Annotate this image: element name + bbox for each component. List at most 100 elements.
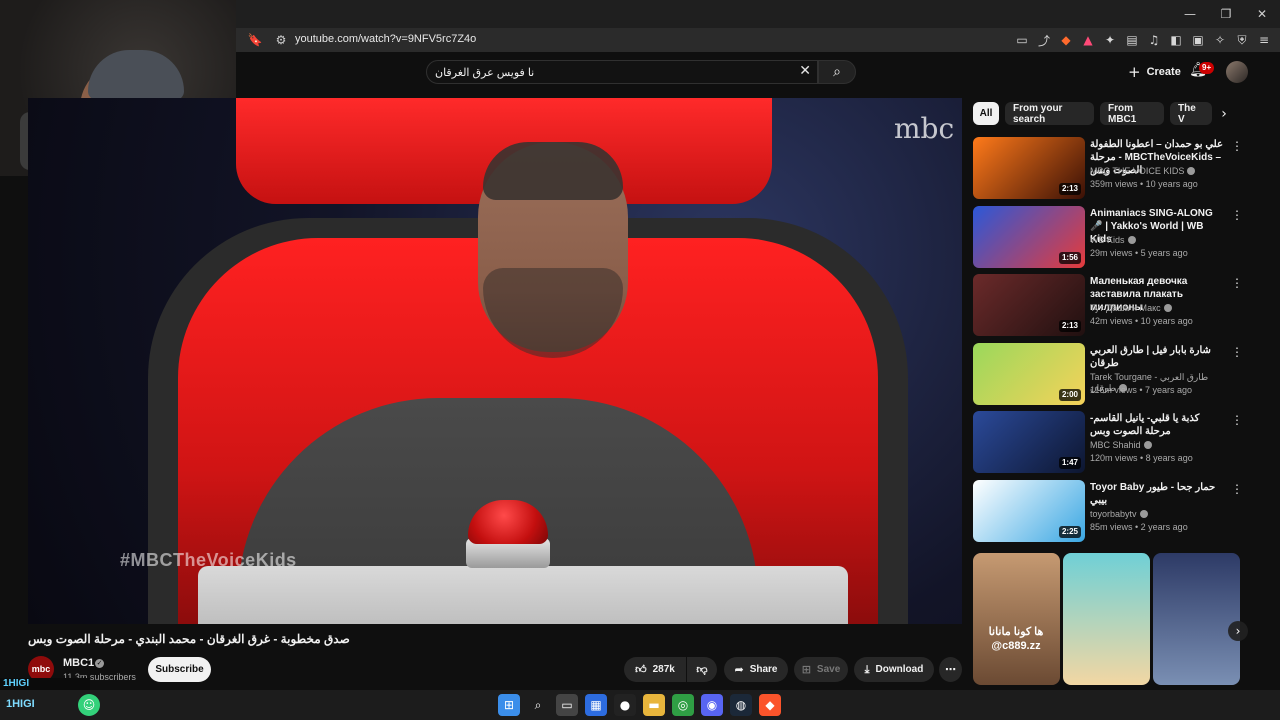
account-avatar[interactable] — [1226, 61, 1248, 83]
video-duration: 2:00 — [1058, 389, 1081, 401]
task-view-icon[interactable]: ▭ — [556, 694, 578, 716]
recommendation-item[interactable]: 2:00 شارة بابار فيل | طارق العربي طرقان Ta… — [973, 343, 1243, 407]
recommendation-channel[interactable]: WB Kids — [1090, 235, 1226, 245]
search-input[interactable]: نا فويس عرق الغرقان — [435, 66, 534, 79]
notification-count-badge: 9+ — [1199, 62, 1215, 74]
recommendation-thumbnail[interactable]: 1:47 — [973, 411, 1085, 473]
recommendation-channel[interactable]: MBC THE VOICE KIDS — [1090, 166, 1226, 176]
recommendation-item[interactable]: 1:47 كذبة يا قلبي- يانيل القاسم- مرحلة ال… — [973, 411, 1243, 475]
brave-shield-icon[interactable]: ◆ — [1056, 28, 1076, 52]
app-icon[interactable]: ☺ — [78, 694, 100, 716]
recommendation-item[interactable]: 2:25 Toyor Baby حمار جحا - طيور بيبي toyor… — [973, 480, 1243, 544]
bookmark-icon[interactable]: 🔖 — [244, 28, 266, 52]
search-bar[interactable]: نا فويس عرق الغرقان ✕ — [426, 60, 818, 84]
recommendation-thumbnail[interactable]: 2:25 — [973, 480, 1085, 542]
chip-from-mbc1[interactable]: From MBC1 — [1100, 102, 1164, 125]
recommendation-title[interactable]: شارة بابار فيل | طارق العربي طرقان — [1090, 344, 1226, 370]
recommendation-item[interactable]: 1:56 Animaniacs SING-ALONG 🎤 | Yakko's Wo… — [973, 206, 1243, 270]
short-card[interactable]: ها كونا مانانا @c889.zz — [973, 553, 1060, 685]
search-icon: ⌕ — [833, 64, 841, 80]
channel-name[interactable]: MBC1 — [63, 657, 94, 669]
short-card[interactable] — [1153, 553, 1240, 685]
screen: — ❐ ✕ 🔖 ⚙ youtube.com/watch?v=9NFV5rc7Z4… — [0, 0, 1280, 720]
split-view-icon[interactable]: ◧ — [1166, 28, 1186, 52]
brave-icon[interactable]: ◆ — [759, 694, 781, 716]
recommendation-channel-name: MBC Shahid — [1090, 440, 1141, 450]
recommendation-channel[interactable]: MBC Shahid — [1090, 440, 1226, 450]
menu-icon[interactable]: ≡ — [1254, 28, 1274, 52]
clear-search-icon[interactable]: ✕ — [799, 63, 811, 79]
recommendation-title[interactable]: Toyor Baby حمار جحا - طيور بيبي — [1090, 481, 1226, 507]
recommendation-item[interactable]: 2:13 علي بو حمدان – اعطونا الطفولة - مرحل… — [973, 137, 1243, 201]
like-button[interactable]: 👍︎ 287k — [624, 657, 686, 682]
thumbs-up-icon: 👍︎ — [635, 663, 647, 676]
recommendation-thumbnail[interactable]: 2:13 — [973, 137, 1085, 199]
recommendation-item[interactable]: 2:13 Маленькая девочка заставила плакать … — [973, 274, 1243, 338]
more-vertical-icon[interactable]: ⋮ — [1231, 482, 1243, 496]
maximize-icon[interactable]: ❐ — [1208, 0, 1244, 28]
verified-check-icon: ✓ — [95, 659, 104, 668]
address-bar: 🔖 ⚙ youtube.com/watch?v=9NFV5rc7Z4o ▭ ⤴ … — [236, 28, 1280, 52]
extensions-icon[interactable]: ✦ — [1100, 28, 1120, 52]
more-vertical-icon[interactable]: ⋮ — [1231, 208, 1243, 222]
chip-from-your-search[interactable]: From your search — [1005, 102, 1094, 125]
recommendation-channel[interactable]: Тут Даша и Макс — [1090, 303, 1226, 313]
download-icon: ⤓ — [864, 662, 870, 676]
brave-rewards-icon[interactable]: ▲ — [1078, 28, 1098, 52]
vpn-icon[interactable]: ⛨ — [1232, 28, 1252, 52]
recommendation-thumbnail[interactable]: 1:56 — [973, 206, 1085, 268]
ai-icon[interactable]: ✧ — [1210, 28, 1230, 52]
more-horizontal-icon: ⋯ — [945, 663, 956, 676]
recommendation-thumbnail[interactable]: 2:13 — [973, 274, 1085, 336]
sidebar-icon[interactable]: ▤ — [1122, 28, 1142, 52]
video-player[interactable]: #MBCTheVoiceKids mbc — [28, 98, 962, 624]
wallet-icon[interactable]: ▣ — [1188, 28, 1208, 52]
folder-icon[interactable]: ▬ — [643, 694, 665, 716]
recommendation-meta: 120m views • 8 years ago — [1090, 453, 1193, 463]
save-button[interactable]: ⊞ Save — [794, 657, 848, 682]
more-actions-button[interactable]: ⋯ — [939, 657, 962, 682]
short-card[interactable] — [1063, 553, 1150, 685]
subscribe-button[interactable]: Subscribe — [148, 657, 211, 682]
mbc-logo: mbc — [894, 112, 955, 145]
dislike-button[interactable]: 👎︎ — [687, 657, 717, 682]
steam-icon[interactable]: ◍ — [730, 694, 752, 716]
screen-icon[interactable]: ▭ — [1012, 28, 1032, 52]
chrome-icon[interactable]: ◎ — [672, 694, 694, 716]
discord-icon[interactable]: ◉ — [701, 694, 723, 716]
extension-icons: ▭ ⤴ ◆ ▲ ✦ ▤ ♫ ◧ ▣ ✧ ⛨ ≡ — [1012, 28, 1274, 52]
close-icon[interactable]: ✕ — [1244, 0, 1280, 28]
minimize-icon[interactable]: — — [1172, 0, 1208, 28]
system-clock[interactable] — [1222, 696, 1276, 705]
url-text[interactable]: youtube.com/watch?v=9NFV5rc7Z4o — [295, 33, 476, 45]
recommendation-title[interactable]: كذبة يا قلبي- يانيل القاسم- مرحلة الصوت … — [1090, 412, 1226, 438]
more-vertical-icon[interactable]: ⋮ — [1231, 139, 1243, 153]
share-label: Share — [749, 664, 778, 675]
chevron-right-icon[interactable]: › — [1212, 102, 1236, 125]
download-button[interactable]: ⤓ Download — [854, 657, 934, 682]
media-icon[interactable]: ♫ — [1144, 28, 1164, 52]
recommendation-channel[interactable]: toyorbabytv — [1090, 509, 1226, 519]
recommendation-thumbnail[interactable]: 2:00 — [973, 343, 1085, 405]
create-label: Create — [1146, 66, 1181, 78]
more-vertical-icon[interactable]: ⋮ — [1231, 345, 1243, 359]
share-page-icon[interactable]: ⤴ — [1034, 28, 1054, 52]
show-hashtag-watermark: #MBCTheVoiceKids — [120, 550, 297, 570]
store-icon[interactable]: ▦ — [585, 694, 607, 716]
recommendation-meta: 116m views • 7 years ago — [1090, 385, 1193, 395]
search-taskbar-icon[interactable]: ⌕ — [527, 694, 549, 716]
start-icon[interactable]: ⊞ — [498, 694, 520, 716]
search-button[interactable]: ⌕ — [818, 60, 856, 84]
more-vertical-icon[interactable]: ⋮ — [1231, 276, 1243, 290]
create-button[interactable]: + Create — [1118, 60, 1191, 84]
recommendation-meta: 359m views • 10 years ago — [1090, 179, 1198, 189]
chip-all[interactable]: All — [973, 102, 999, 125]
chip-the-voice[interactable]: The V — [1170, 102, 1212, 125]
recommendation-channel-name: WB Kids — [1090, 235, 1125, 245]
more-vertical-icon[interactable]: ⋮ — [1231, 413, 1243, 427]
obs-icon[interactable]: ● — [614, 694, 636, 716]
verified-check-icon — [1187, 167, 1196, 175]
shorts-next-icon[interactable]: › — [1228, 621, 1248, 641]
share-button[interactable]: ➦ Share — [724, 657, 788, 682]
site-settings-icon[interactable]: ⚙ — [270, 28, 292, 52]
